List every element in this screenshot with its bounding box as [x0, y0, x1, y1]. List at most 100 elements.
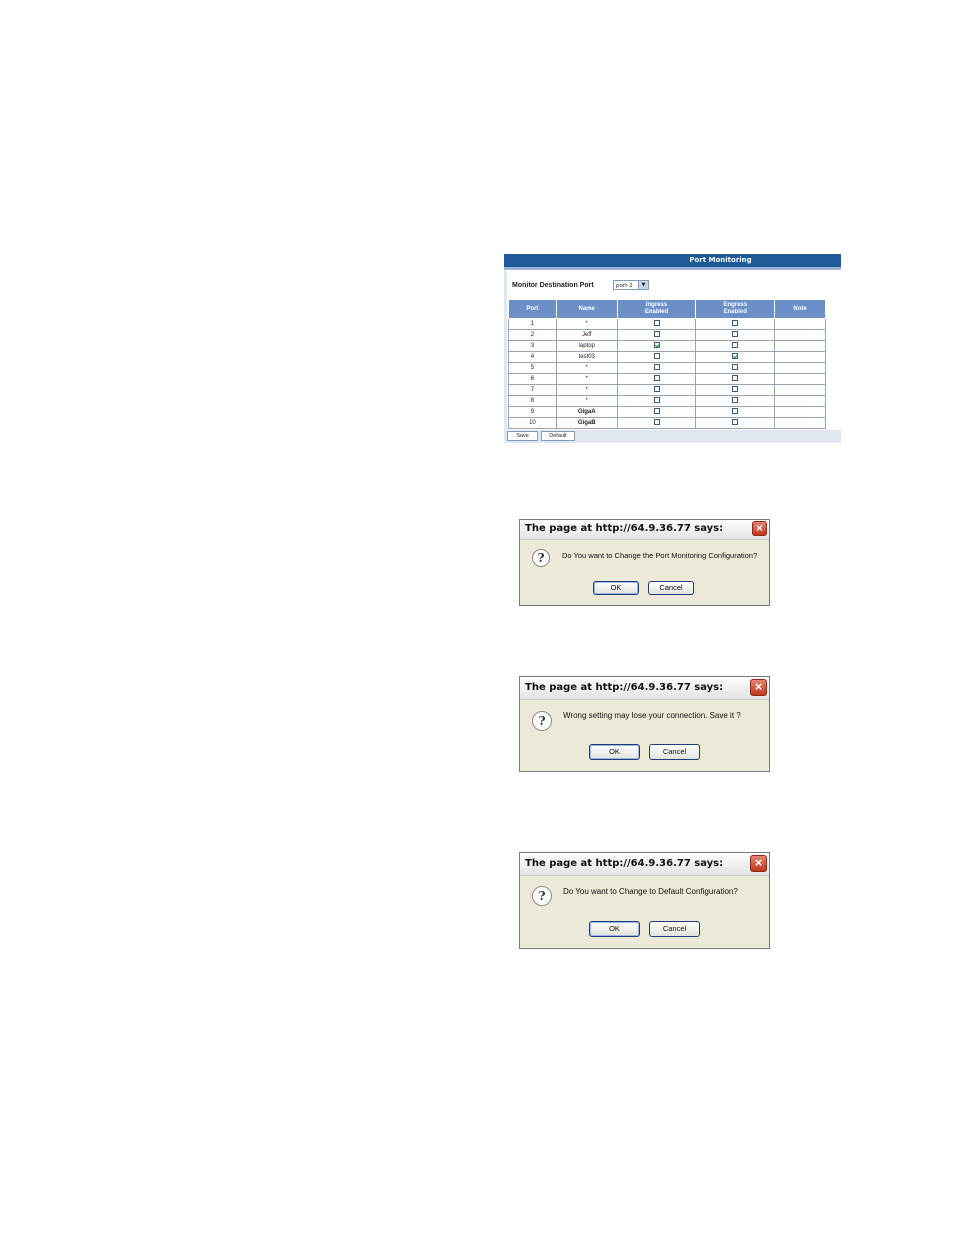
port-number-cell: 3	[508, 340, 557, 352]
port-name-cell: *	[555, 373, 618, 385]
egress-enabled-checkbox[interactable]	[732, 419, 739, 426]
monitor-destination-label: Monitor Destination Port	[512, 282, 594, 289]
egress-cell	[695, 351, 776, 363]
egress-cell	[695, 384, 776, 396]
ingress-enabled-checkbox[interactable]	[653, 353, 660, 360]
confirm-dialog-port-monitoring: The page at http://64.9.36.77 says: × ? …	[519, 519, 770, 606]
column-header-port: Port	[508, 299, 557, 319]
dialog-message: Wrong setting may lose your connection. …	[563, 711, 741, 720]
port-name-cell: *	[555, 395, 618, 407]
ingress-enabled-checkbox[interactable]	[653, 419, 660, 426]
ingress-enabled-checkbox[interactable]	[653, 386, 660, 393]
egress-cell	[695, 318, 776, 330]
table-header-row: Port Name Ingress Enabled Engress Enabled …	[508, 299, 826, 319]
egress-enabled-checkbox[interactable]	[732, 342, 739, 349]
table-row: 3 laptop	[508, 340, 826, 352]
cancel-button[interactable]: Cancel	[649, 744, 700, 760]
port-number-cell: 4	[508, 351, 557, 363]
cancel-button[interactable]: Cancel	[648, 581, 694, 595]
cancel-button[interactable]: Cancel	[649, 921, 700, 937]
question-icon: ?	[532, 886, 552, 906]
question-icon: ?	[532, 711, 552, 731]
port-name-cell: *	[555, 318, 618, 330]
table-row: 4 test03	[508, 351, 826, 363]
egress-enabled-checkbox[interactable]	[732, 320, 739, 327]
egress-cell	[695, 329, 776, 341]
port-monitoring-panel: Port Monitoring Monitor Destination Port…	[504, 254, 841, 443]
ingress-cell	[616, 318, 697, 330]
table-row: 9 GigaA	[508, 406, 826, 418]
egress-cell	[695, 362, 776, 374]
note-cell	[774, 329, 826, 341]
egress-enabled-checkbox[interactable]	[732, 386, 739, 393]
ok-button[interactable]: OK	[593, 581, 639, 595]
column-header-ingress: Ingress Enabled	[616, 299, 697, 319]
port-number-cell: 8	[508, 395, 557, 407]
ingress-enabled-checkbox[interactable]	[653, 342, 660, 349]
close-icon[interactable]: ×	[750, 679, 767, 696]
port-name-cell: GigaB	[555, 417, 618, 429]
egress-cell	[695, 373, 776, 385]
table-row: 5 *	[508, 362, 826, 374]
ingress-cell	[616, 329, 697, 341]
egress-enabled-checkbox[interactable]	[732, 375, 739, 382]
egress-enabled-checkbox[interactable]	[732, 353, 739, 360]
note-cell	[774, 351, 826, 363]
table-row: 8 *	[508, 395, 826, 407]
ingress-cell	[616, 384, 697, 396]
save-button[interactable]: Save	[507, 431, 538, 441]
ingress-enabled-checkbox[interactable]	[653, 375, 660, 382]
port-number-cell: 9	[508, 406, 557, 418]
table-row: 1 *	[508, 318, 826, 330]
port-name-cell: test03	[555, 351, 618, 363]
question-icon: ?	[532, 549, 550, 567]
ingress-enabled-checkbox[interactable]	[653, 320, 660, 327]
egress-enabled-checkbox[interactable]	[732, 408, 739, 415]
dialog-title-bar: The page at http://64.9.36.77 says: ×	[520, 677, 769, 700]
ingress-cell	[616, 373, 697, 385]
note-cell	[774, 340, 826, 352]
port-monitoring-title: Port Monitoring	[504, 254, 841, 270]
ingress-cell	[616, 417, 697, 429]
port-monitoring-content: Monitor Destination Port port-2 ▼ Port N…	[507, 270, 841, 430]
port-number-cell: 5	[508, 362, 557, 374]
port-name-cell: laptop	[555, 340, 618, 352]
egress-enabled-checkbox[interactable]	[732, 397, 739, 404]
dialog-title-bar: The page at http://64.9.36.77 says: ×	[520, 520, 769, 540]
column-header-name: Name	[555, 299, 618, 319]
egress-cell	[695, 340, 776, 352]
ingress-enabled-checkbox[interactable]	[653, 397, 660, 404]
port-number-cell: 1	[508, 318, 557, 330]
egress-cell	[695, 417, 776, 429]
ok-button[interactable]: OK	[589, 921, 640, 937]
dialog-title: The page at http://64.9.36.77 says:	[525, 523, 724, 534]
port-number-cell: 7	[508, 384, 557, 396]
ingress-enabled-checkbox[interactable]	[653, 331, 660, 338]
close-icon[interactable]: ×	[752, 521, 767, 536]
dialog-title-bar: The page at http://64.9.36.77 says: ×	[520, 853, 769, 876]
ingress-cell	[616, 340, 697, 352]
egress-cell	[695, 406, 776, 418]
port-name-cell: *	[555, 384, 618, 396]
egress-enabled-checkbox[interactable]	[732, 364, 739, 371]
confirm-dialog-wrong-setting: The page at http://64.9.36.77 says: × ? …	[519, 676, 770, 772]
egress-enabled-checkbox[interactable]	[732, 331, 739, 338]
dialog-title: The page at http://64.9.36.77 says:	[525, 858, 724, 869]
ingress-enabled-checkbox[interactable]	[653, 408, 660, 415]
port-number-cell: 6	[508, 373, 557, 385]
column-header-note: Note	[774, 299, 826, 319]
close-icon[interactable]: ×	[750, 855, 767, 872]
port-number-cell: 2	[508, 329, 557, 341]
ingress-cell	[616, 395, 697, 407]
ingress-cell	[616, 351, 697, 363]
note-cell	[774, 384, 826, 396]
ok-button[interactable]: OK	[589, 744, 640, 760]
ingress-enabled-checkbox[interactable]	[653, 364, 660, 371]
port-name-cell: Jeff	[555, 329, 618, 341]
default-button[interactable]: Default	[541, 431, 575, 441]
egress-cell	[695, 395, 776, 407]
monitor-destination-select[interactable]: port-2 ▼	[613, 280, 649, 290]
note-cell	[774, 417, 826, 429]
confirm-dialog-default-config: The page at http://64.9.36.77 says: × ? …	[519, 852, 770, 949]
chevron-down-icon[interactable]: ▼	[638, 281, 648, 289]
